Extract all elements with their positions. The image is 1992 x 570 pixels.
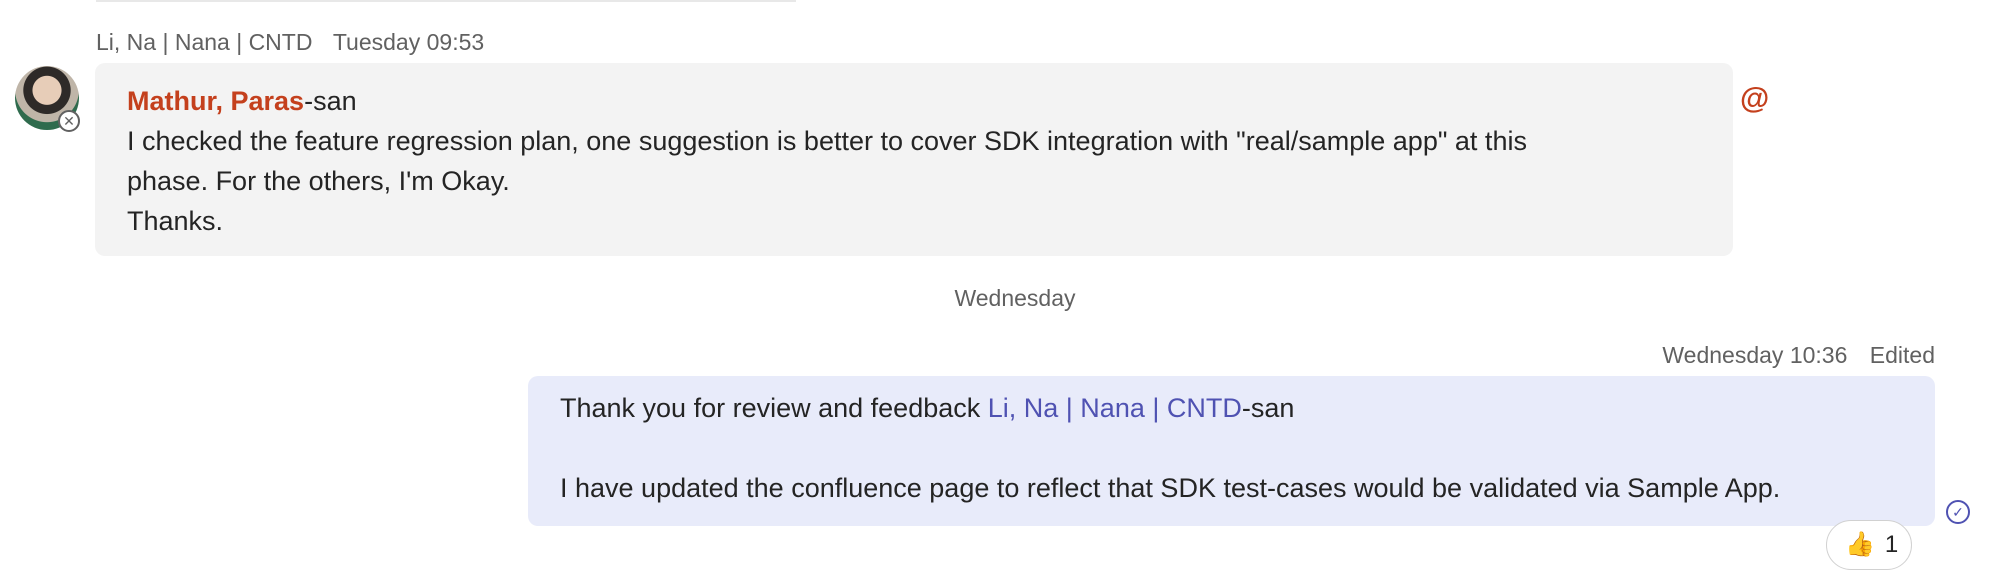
message-line: Mathur, Paras-san bbox=[127, 81, 1701, 121]
message-timestamp: Tuesday 09:53 bbox=[332, 29, 485, 55]
previous-message-divider bbox=[96, 0, 796, 2]
reaction-button[interactable]: 👍 1 bbox=[1826, 520, 1912, 570]
incoming-message-bubble[interactable]: Mathur, Paras-san I checked the feature … bbox=[95, 63, 1733, 256]
message-text: Thank you for review and feedback bbox=[560, 393, 988, 423]
outgoing-message-bubble[interactable]: Thank you for review and feedback Li, Na… bbox=[528, 376, 1935, 526]
message-timestamp: Wednesday 10:36 bbox=[1662, 342, 1848, 368]
day-separator: Wednesday bbox=[954, 285, 1076, 311]
message-text: Thanks. bbox=[127, 206, 224, 236]
outgoing-message-header: Wednesday 10:36 Edited bbox=[1662, 342, 1935, 369]
edited-label: Edited bbox=[1869, 342, 1935, 368]
sender-name[interactable]: Li, Na | Nana | CNTD bbox=[96, 29, 312, 55]
incoming-message-header: Li, Na | Nana | CNTD Tuesday 09:53 bbox=[96, 29, 484, 56]
mention-suffix: -san bbox=[304, 86, 357, 116]
message-text: phase. For the others, I'm Okay. bbox=[127, 166, 510, 196]
mention-suffix: -san bbox=[1241, 393, 1295, 423]
message-text: I have updated the confluence page to re… bbox=[560, 473, 1781, 503]
seen-check-icon: ✓ bbox=[1946, 500, 1970, 524]
message-line: Thank you for review and feedback Li, Na… bbox=[560, 388, 1903, 428]
blocked-status-icon: ✕ bbox=[58, 110, 80, 132]
mention-link[interactable]: Li, Na | Nana | CNTD bbox=[988, 393, 1242, 423]
at-mention-icon: @ bbox=[1740, 82, 1770, 115]
message-text: I checked the feature regression plan, o… bbox=[127, 126, 1527, 156]
mention-link[interactable]: Mathur, Paras bbox=[127, 86, 304, 116]
